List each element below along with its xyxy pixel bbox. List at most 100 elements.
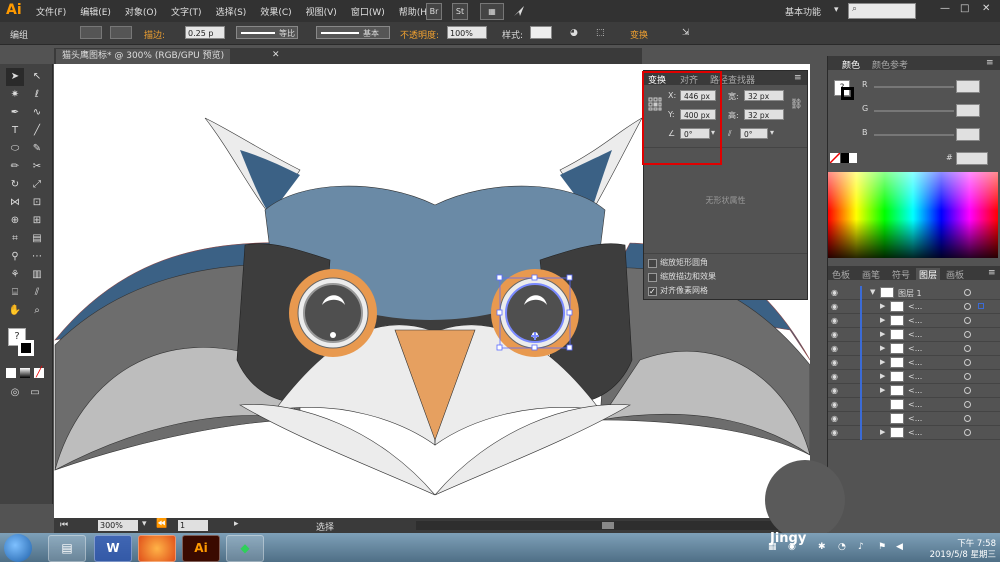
brush-definition[interactable]: 基本 bbox=[316, 26, 390, 39]
expand-arrow-icon[interactable]: ▶ bbox=[880, 344, 885, 352]
blue-value-input[interactable] bbox=[956, 128, 980, 141]
target-circle-icon[interactable] bbox=[964, 345, 971, 352]
menu-window[interactable]: 窗口(W) bbox=[351, 5, 385, 18]
sublayer-name[interactable]: <... bbox=[908, 400, 922, 409]
gradient-tool-icon[interactable]: ▤ bbox=[28, 230, 46, 248]
visibility-eye-icon[interactable]: ◉ bbox=[831, 302, 838, 311]
target-circle-icon[interactable] bbox=[964, 401, 971, 408]
workspace-switcher[interactable]: 基本功能 bbox=[785, 5, 821, 18]
layer-row-top[interactable]: ◉ ▼ 图层 1 bbox=[828, 286, 1000, 300]
expand-arrow-icon[interactable]: ▶ bbox=[880, 302, 885, 310]
scale-tool-icon[interactable]: ⤢ bbox=[28, 176, 46, 194]
taskbar-green-app-icon[interactable]: ◆ bbox=[226, 535, 264, 562]
visibility-eye-icon[interactable]: ◉ bbox=[831, 386, 838, 395]
lasso-tool-icon[interactable]: ℓ bbox=[28, 86, 46, 104]
align-to-icon[interactable]: ⬚ bbox=[596, 28, 605, 38]
scissors-tool-icon[interactable]: ✂ bbox=[28, 158, 46, 176]
recolor-artwork-icon[interactable]: ◕ bbox=[570, 28, 578, 38]
tray-apps-icon[interactable]: ▦ bbox=[768, 542, 777, 552]
target-circle-icon[interactable] bbox=[964, 415, 971, 422]
close-tab-icon[interactable]: ✕ bbox=[272, 50, 280, 60]
none-swatch[interactable] bbox=[829, 152, 841, 164]
height-input[interactable]: 32 px bbox=[744, 109, 784, 120]
type-tool-icon[interactable]: T bbox=[6, 122, 24, 140]
hex-input[interactable] bbox=[956, 152, 988, 165]
expand-arrow-icon[interactable]: ▶ bbox=[880, 428, 885, 436]
bridge-button[interactable]: Br bbox=[426, 3, 442, 20]
sublayer-name[interactable]: <... bbox=[908, 414, 922, 423]
tab-swatches[interactable]: 色板 bbox=[832, 268, 850, 281]
layer-row[interactable]: ◉ ▶ <... bbox=[828, 356, 1000, 370]
visibility-eye-icon[interactable]: ◉ bbox=[831, 316, 838, 325]
expand-arrow-icon[interactable]: ▶ bbox=[880, 372, 885, 380]
mesh-tool-icon[interactable]: ⌗ bbox=[6, 230, 24, 248]
clock-date[interactable]: 2019/5/8 星期三 bbox=[910, 548, 996, 560]
tray-bluetooth-icon[interactable]: ✱ bbox=[818, 542, 826, 552]
stroke-weight-input[interactable]: 0.25 p bbox=[185, 26, 225, 39]
magic-wand-tool-icon[interactable]: ✷ bbox=[6, 86, 24, 104]
sublayer-name[interactable]: <... bbox=[908, 358, 922, 367]
expand-arrow-icon[interactable]: ▶ bbox=[880, 330, 885, 338]
layer-row[interactable]: ◉ ▶ <... bbox=[828, 370, 1000, 384]
layer-row[interactable]: ◉ ▶ <... bbox=[828, 342, 1000, 356]
layer-row[interactable]: ◉ ▶ <... bbox=[828, 426, 1000, 440]
graphic-style-dropdown[interactable] bbox=[530, 26, 552, 39]
stroke-swatch-icon[interactable] bbox=[18, 340, 34, 356]
red-value-input[interactable] bbox=[956, 80, 980, 93]
expand-arrow-icon[interactable]: ▶ bbox=[880, 386, 885, 394]
width-tool-icon[interactable]: ⋈ bbox=[6, 194, 24, 212]
isolate-group-icon[interactable]: ⇲ bbox=[682, 28, 690, 38]
visibility-eye-icon[interactable]: ◉ bbox=[831, 344, 838, 353]
green-value-input[interactable] bbox=[956, 104, 980, 117]
horizontal-scrollbar[interactable] bbox=[416, 521, 806, 530]
sublayer-name[interactable]: <... bbox=[908, 302, 922, 311]
slice-tool-icon[interactable]: ⫽ bbox=[28, 284, 46, 302]
perspective-grid-tool-icon[interactable]: ⊞ bbox=[28, 212, 46, 230]
sublayer-name[interactable]: <... bbox=[908, 386, 922, 395]
current-tool-status[interactable]: 选择 bbox=[316, 520, 334, 533]
tray-flag-icon[interactable]: ⚑ bbox=[878, 542, 886, 552]
opacity-input[interactable]: 100% bbox=[447, 26, 487, 39]
visibility-eye-icon[interactable]: ◉ bbox=[831, 330, 838, 339]
direct-selection-tool-icon[interactable]: ↖ bbox=[28, 68, 46, 86]
sublayer-name[interactable]: <... bbox=[908, 428, 922, 437]
shape-builder-tool-icon[interactable]: ⊕ bbox=[6, 212, 24, 230]
target-circle-icon[interactable] bbox=[964, 359, 971, 366]
layer-name[interactable]: 图层 1 bbox=[898, 288, 922, 299]
constrain-proportions-icon[interactable]: ⛓ bbox=[790, 99, 803, 110]
pencil-tool-icon[interactable]: ✏ bbox=[6, 158, 24, 176]
rotate-tool-icon[interactable]: ↻ bbox=[6, 176, 24, 194]
sublayer-name[interactable]: <... bbox=[908, 330, 922, 339]
taskbar-file-explorer-icon[interactable]: ▤ bbox=[48, 535, 86, 562]
zoom-level-input[interactable]: 300% bbox=[98, 520, 138, 531]
artboard-tool-icon[interactable]: ⌸ bbox=[6, 284, 24, 302]
stroke-label[interactable]: 描边: bbox=[144, 28, 165, 41]
target-circle-icon[interactable] bbox=[964, 317, 971, 324]
stock-button[interactable]: St bbox=[452, 3, 468, 20]
target-circle-icon[interactable] bbox=[964, 303, 971, 310]
maximize-icon[interactable]: □ bbox=[960, 3, 969, 14]
target-circle-icon[interactable] bbox=[964, 289, 971, 296]
workspace-chevron-down-icon[interactable]: ▾ bbox=[834, 5, 839, 15]
sublayer-name[interactable]: <... bbox=[908, 344, 922, 353]
target-circle-icon[interactable] bbox=[964, 331, 971, 338]
color-panel-menu-icon[interactable]: ≡ bbox=[986, 58, 994, 68]
target-circle-icon[interactable] bbox=[964, 373, 971, 380]
tab-artboards[interactable]: 画板 bbox=[946, 268, 964, 281]
layer-row[interactable]: ◉ ▶ <... bbox=[828, 300, 1000, 314]
taskbar-firefox-icon[interactable] bbox=[138, 535, 176, 562]
selection-tool-icon[interactable]: ➤ bbox=[6, 68, 24, 86]
fill-color-dropdown[interactable] bbox=[80, 26, 102, 39]
free-transform-tool-icon[interactable]: ⊡ bbox=[28, 194, 46, 212]
selection-indicator[interactable] bbox=[978, 303, 984, 309]
pen-tool-icon[interactable]: ✒ bbox=[6, 104, 24, 122]
hand-tool-icon[interactable]: ✋ bbox=[6, 302, 24, 320]
artboard-number-input[interactable]: 1 bbox=[178, 520, 208, 531]
draw-mode-icon[interactable]: ◎ bbox=[6, 384, 24, 402]
layer-row[interactable]: ◉ ▶ <... bbox=[828, 314, 1000, 328]
symbol-sprayer-tool-icon[interactable]: ⚘ bbox=[6, 266, 24, 284]
expand-chevron-down-icon[interactable]: ▼ bbox=[870, 288, 875, 296]
tab-color-guide[interactable]: 颜色参考 bbox=[872, 58, 908, 71]
taskbar-word-icon[interactable]: W bbox=[94, 535, 132, 562]
taskbar-illustrator-icon[interactable]: Ai bbox=[182, 535, 220, 562]
